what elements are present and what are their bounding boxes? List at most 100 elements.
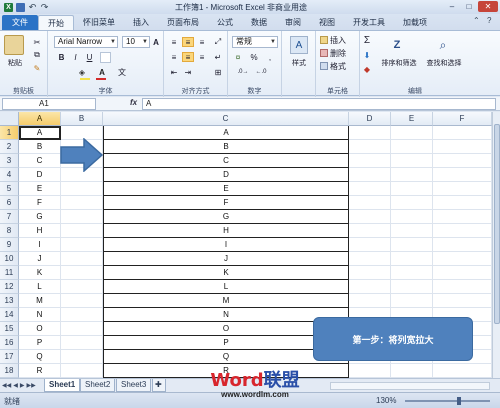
tab-home[interactable]: 开始: [38, 15, 74, 30]
cell-d3[interactable]: [349, 154, 391, 168]
cell-e3[interactable]: [391, 154, 433, 168]
align-middle-icon[interactable]: ≡: [182, 37, 194, 47]
column-header-b[interactable]: B: [61, 112, 103, 126]
horizontal-scrollbar[interactable]: [330, 382, 490, 390]
minimize-button[interactable]: –: [444, 1, 460, 12]
row-header[interactable]: 4: [0, 168, 19, 182]
maximize-button[interactable]: □: [461, 1, 477, 12]
cell-a14[interactable]: N: [19, 308, 61, 322]
cell-b15[interactable]: [61, 322, 103, 336]
cell-c7[interactable]: G: [103, 210, 349, 224]
row-header[interactable]: 5: [0, 182, 19, 196]
cut-icon[interactable]: ✂: [32, 37, 42, 47]
select-all-corner[interactable]: [0, 112, 19, 126]
cell-c1[interactable]: A: [103, 126, 349, 140]
decrease-decimal-icon[interactable]: ←.0: [254, 67, 268, 77]
cell-e6[interactable]: [391, 196, 433, 210]
row-header[interactable]: 12: [0, 280, 19, 294]
column-header-c[interactable]: C: [103, 112, 349, 126]
cell-a11[interactable]: K: [19, 266, 61, 280]
row-header[interactable]: 11: [0, 266, 19, 280]
phonetic-button[interactable]: 文: [116, 67, 128, 78]
row-header[interactable]: 16: [0, 336, 19, 350]
cell-f12[interactable]: [433, 280, 492, 294]
cell-f10[interactable]: [433, 252, 492, 266]
bold-button[interactable]: B: [56, 52, 67, 63]
grow-font-button[interactable]: A: [152, 36, 160, 48]
help-icon[interactable]: ?: [487, 16, 496, 25]
cell-a4[interactable]: D: [19, 168, 61, 182]
tab-file[interactable]: 文件: [2, 15, 38, 30]
cell-a17[interactable]: Q: [19, 350, 61, 364]
row-header[interactable]: 10: [0, 252, 19, 266]
zoom-slider-knob[interactable]: [457, 397, 461, 405]
column-header-a[interactable]: A: [19, 112, 61, 126]
cell-e18[interactable]: [391, 364, 433, 378]
tab-formulas[interactable]: 公式: [208, 15, 242, 30]
cell-f11[interactable]: [433, 266, 492, 280]
first-sheet-icon[interactable]: ◀◀: [2, 382, 11, 389]
tab-classic-menu[interactable]: 怀旧菜单: [74, 15, 124, 30]
font-name-select[interactable]: Arial Narrow ▼: [54, 36, 118, 48]
align-bottom-icon[interactable]: ≡: [196, 37, 208, 47]
cell-a1[interactable]: A: [19, 126, 61, 140]
cell-c14[interactable]: N: [103, 308, 349, 322]
tab-addins[interactable]: 加载项: [394, 15, 436, 30]
format-button[interactable]: 格式: [330, 61, 358, 71]
scrollbar-thumb[interactable]: [494, 124, 500, 324]
sheet-tab-1[interactable]: Sheet1: [44, 379, 81, 392]
cell-a15[interactable]: O: [19, 322, 61, 336]
cell-b16[interactable]: [61, 336, 103, 350]
cell-d11[interactable]: [349, 266, 391, 280]
cell-b12[interactable]: [61, 280, 103, 294]
excel-logo-icon[interactable]: X: [4, 2, 13, 12]
comma-button[interactable]: ,: [264, 52, 276, 62]
name-box[interactable]: A1: [2, 98, 96, 110]
fill-color-icon[interactable]: ◈: [76, 67, 88, 78]
cell-b9[interactable]: [61, 238, 103, 252]
clear-icon[interactable]: ◆: [362, 64, 372, 75]
font-color-button[interactable]: A: [96, 67, 108, 78]
cell-e9[interactable]: [391, 238, 433, 252]
row-header[interactable]: 3: [0, 154, 19, 168]
cell-a3[interactable]: C: [19, 154, 61, 168]
orientation-icon[interactable]: ⤢: [212, 37, 224, 47]
zoom-level[interactable]: 130%: [376, 396, 396, 405]
cell-a9[interactable]: I: [19, 238, 61, 252]
insert-button[interactable]: 插入: [330, 35, 358, 45]
vertical-scrollbar[interactable]: [492, 112, 500, 378]
align-right-icon[interactable]: ≡: [196, 52, 208, 62]
cell-f2[interactable]: [433, 140, 492, 154]
paste-button[interactable]: 粘贴: [2, 58, 28, 68]
column-header-e[interactable]: E: [391, 112, 433, 126]
find-select-button[interactable]: 查找和选择: [422, 58, 466, 68]
cell-e12[interactable]: [391, 280, 433, 294]
row-header[interactable]: 9: [0, 238, 19, 252]
cell-c2[interactable]: B: [103, 140, 349, 154]
merge-center-icon[interactable]: ⊞: [212, 67, 224, 77]
currency-icon[interactable]: ¤: [232, 52, 244, 62]
cell-a6[interactable]: F: [19, 196, 61, 210]
cell-c4[interactable]: D: [103, 168, 349, 182]
redo-icon[interactable]: ↷: [40, 2, 49, 12]
cell-f7[interactable]: [433, 210, 492, 224]
cell-a18[interactable]: R: [19, 364, 61, 378]
sort-filter-button[interactable]: 排序和筛选: [378, 58, 420, 68]
cell-d1[interactable]: [349, 126, 391, 140]
row-header[interactable]: 8: [0, 224, 19, 238]
row-header[interactable]: 17: [0, 350, 19, 364]
last-sheet-icon[interactable]: ▶▶: [26, 382, 35, 389]
prev-sheet-icon[interactable]: ◀: [13, 382, 18, 389]
increase-indent-icon[interactable]: ⇥: [182, 67, 194, 77]
tab-developer[interactable]: 开发工具: [344, 15, 394, 30]
cell-f13[interactable]: [433, 294, 492, 308]
align-top-icon[interactable]: ≡: [168, 37, 180, 47]
format-painter-icon[interactable]: ✎: [32, 63, 42, 73]
row-header[interactable]: 2: [0, 140, 19, 154]
tab-view[interactable]: 视图: [310, 15, 344, 30]
cell-d10[interactable]: [349, 252, 391, 266]
cell-f1[interactable]: [433, 126, 492, 140]
cell-e10[interactable]: [391, 252, 433, 266]
cell-d18[interactable]: [349, 364, 391, 378]
cell-f6[interactable]: [433, 196, 492, 210]
